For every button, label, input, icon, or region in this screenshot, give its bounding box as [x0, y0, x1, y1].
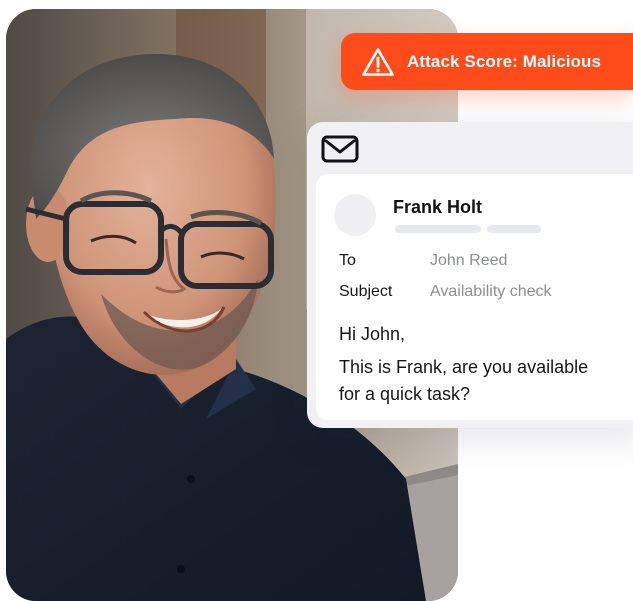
attack-score-text: Attack Score: Malicious — [407, 51, 602, 71]
warning-triangle-icon — [361, 47, 395, 77]
email-preview-card: Frank Holt To John Reed Subject Availabi… — [307, 122, 633, 428]
avatar — [334, 194, 376, 236]
envelope-icon — [321, 134, 359, 164]
to-value: John Reed — [430, 252, 508, 269]
attack-score-badge: Attack Score: Malicious — [341, 33, 633, 90]
subject-label: Subject — [339, 283, 393, 300]
sender-detail-placeholder — [487, 225, 541, 233]
phishing-alert-illustration: Attack Score: Malicious Frank Holt To Jo… — [0, 0, 633, 601]
email-body-line: This is Frank, are you available — [339, 357, 589, 377]
to-label: To — [339, 252, 356, 269]
subject-value: Availability check — [430, 283, 552, 300]
email-message: Frank Holt To John Reed Subject Availabi… — [316, 174, 633, 420]
sender-name: Frank Holt — [393, 197, 483, 217]
email-body-line: for a quick task? — [339, 384, 471, 404]
email-greeting: Hi John, — [339, 324, 406, 344]
sender-detail-placeholder — [395, 225, 481, 233]
